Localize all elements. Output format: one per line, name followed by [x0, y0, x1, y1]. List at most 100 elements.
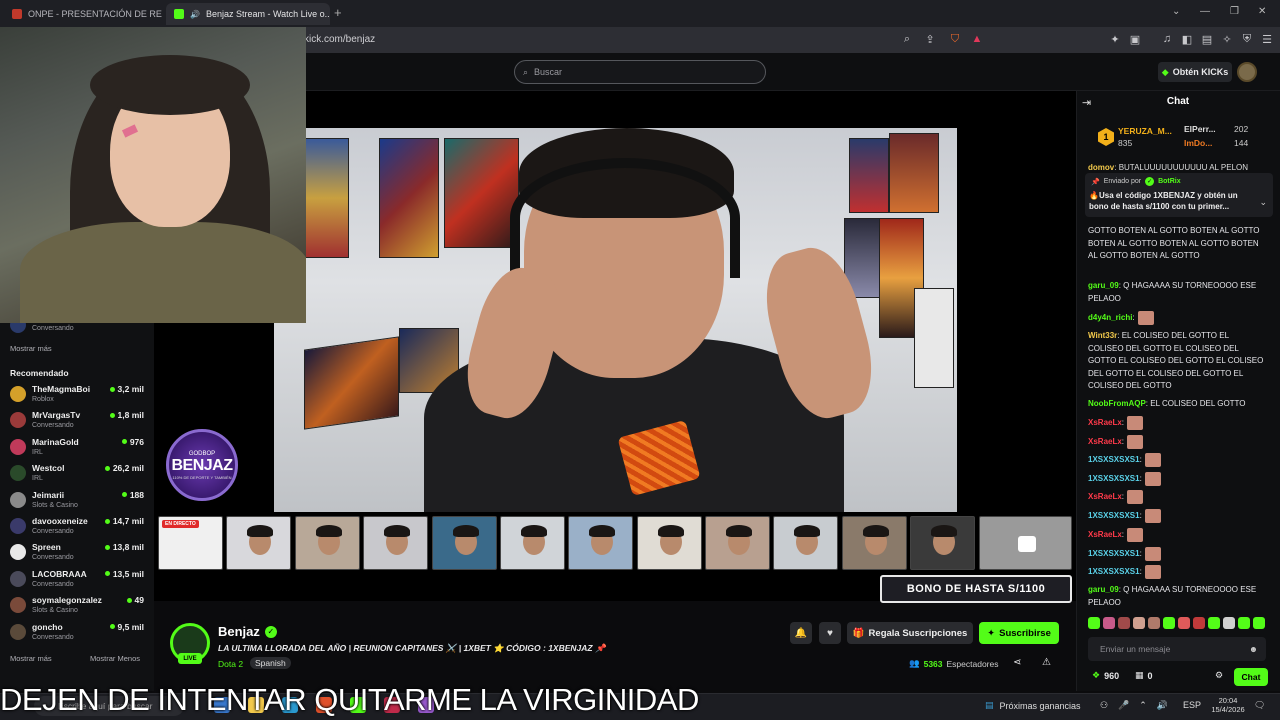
chat-username[interactable]: 1XSXSXSXS1: [1088, 567, 1140, 576]
sidebar-item-0[interactable]: TheMagmaBoi Roblox 3,2 mil: [10, 382, 146, 408]
participant-thumbnail[interactable]: [979, 516, 1072, 570]
sidebar-item-5[interactable]: davooxeneize Conversando 14,7 mil: [10, 514, 146, 540]
channel-points[interactable]: ❖ 960: [1092, 670, 1119, 681]
participant-thumbnail[interactable]: [705, 516, 770, 570]
show-less-recommended[interactable]: Mostrar Menos: [90, 654, 140, 663]
leo-icon[interactable]: ✧: [1220, 33, 1234, 46]
chat-username[interactable]: 1XSXSXSXS1: [1088, 455, 1140, 464]
wallet-2-icon[interactable]: ▤: [1200, 33, 1214, 46]
avatar: [10, 386, 26, 402]
sidebar-toggle-icon[interactable]: ◧: [1180, 33, 1194, 46]
channel-name[interactable]: Benjaz ✓: [218, 624, 277, 639]
video-frame[interactable]: [274, 128, 957, 512]
sidebar-item-2[interactable]: MarinaGold IRL 976: [10, 435, 146, 461]
sidebar-item-7[interactable]: LACOBRAAA Conversando 13,5 mil: [10, 567, 146, 593]
avatar[interactable]: [1237, 62, 1257, 82]
expand-pinned-icon[interactable]: ⌄: [1259, 197, 1267, 208]
emote-icon[interactable]: [1118, 617, 1130, 629]
new-tab-icon[interactable]: +: [334, 5, 342, 20]
chat-username[interactable]: d4y4n_richi: [1088, 313, 1132, 322]
zoom-icon[interactable]: ⌕: [900, 33, 914, 46]
url-field[interactable]: kick.com/benjaz: [304, 34, 375, 45]
show-more-following[interactable]: Mostrar más: [10, 344, 52, 353]
chat-username[interactable]: XsRaeLx: [1088, 492, 1122, 501]
maximize-icon[interactable]: ❐: [1230, 6, 1239, 17]
emote-icon[interactable]: [1148, 617, 1160, 629]
language-tag[interactable]: Spanish: [250, 657, 291, 669]
sidebar-item-9[interactable]: goncho Conversando 9,5 mil: [10, 620, 146, 646]
wallet-icon[interactable]: ▣: [1128, 33, 1142, 46]
participant-thumbnail[interactable]: [295, 516, 360, 570]
gifts-counter[interactable]: ▦ 0: [1135, 670, 1153, 681]
chat-username[interactable]: garu_09: [1088, 585, 1119, 594]
participant-thumbnail[interactable]: [363, 516, 428, 570]
vpn-icon[interactable]: ⛨: [1240, 33, 1254, 46]
emote-icon[interactable]: [1178, 617, 1190, 629]
chat-message: NoobFromAQP: EL COLISEO DEL GOTTO: [1088, 399, 1246, 408]
sidebar-item-1[interactable]: MrVargasTv Conversando 1,8 mil: [10, 408, 146, 434]
sidebar-item-3[interactable]: Westcol IRL 26,2 mil: [10, 461, 146, 487]
chat-username[interactable]: 1XSXSXSXS1: [1088, 511, 1140, 520]
pinned-message[interactable]: 📌 Enviado por ✓ BotRix 🔥Usa el código 1X…: [1085, 173, 1273, 217]
category-link[interactable]: Dota 2: [218, 659, 243, 669]
participant-thumbnail[interactable]: [432, 516, 497, 570]
participant-thumbnail[interactable]: [910, 516, 975, 570]
report-icon[interactable]: ⚠: [1042, 657, 1051, 668]
chat-input[interactable]: Enviar un mensaje ☻: [1088, 637, 1266, 661]
emote-icon[interactable]: [1223, 617, 1235, 629]
sidebar-item-4[interactable]: Jeimarii Slots & Casino 188: [10, 488, 146, 514]
tab-list-icon[interactable]: ⌄: [1172, 6, 1180, 17]
emote-icon[interactable]: [1133, 617, 1145, 629]
rewards-icon[interactable]: ▲: [970, 33, 984, 45]
extensions-icon[interactable]: ✦: [1108, 33, 1122, 46]
chat-username[interactable]: Wint33r: [1088, 331, 1117, 340]
notifications-bell-icon[interactable]: 🔔: [790, 622, 812, 644]
subscribe-button[interactable]: ✦ Suscribirse: [979, 622, 1059, 644]
browser-tab-onpe[interactable]: ONPE - PRESENTACIÓN DE RESULTA...: [4, 3, 162, 25]
emote-icon[interactable]: [1163, 617, 1175, 629]
chat-username[interactable]: 1XSXSXSXS1: [1088, 474, 1140, 483]
chat-username[interactable]: NoobFromAQP: [1088, 399, 1146, 408]
close-window-icon[interactable]: ✕: [1258, 6, 1266, 17]
share-icon[interactable]: ⇪: [923, 33, 937, 46]
chat-username[interactable]: XsRaeLx: [1088, 437, 1122, 446]
menu-icon[interactable]: ☰: [1260, 33, 1274, 46]
participant-thumbnail[interactable]: [637, 516, 702, 570]
sidebar-item-6[interactable]: Spreen Conversando 13,8 mil: [10, 540, 146, 566]
chat-username[interactable]: XsRaeLx: [1088, 418, 1122, 427]
chat-message: d4y4n_richi:: [1088, 311, 1264, 326]
participant-thumbnail[interactable]: [500, 516, 565, 570]
chat-message: Wint33r: EL COLISEO DEL GOTTO EL COLISEO…: [1088, 331, 1264, 390]
participant-thumbnail[interactable]: [226, 516, 291, 570]
chat-username[interactable]: domov: [1088, 163, 1114, 172]
brave-shield-icon[interactable]: ⛉: [948, 33, 962, 46]
sidebar-item-8[interactable]: soymalegonzalez Slots & Casino 49: [10, 593, 146, 619]
participant-thumbnail[interactable]: [842, 516, 907, 570]
participant-thumbnail[interactable]: [773, 516, 838, 570]
emote-icon[interactable]: [1253, 617, 1265, 629]
search-input[interactable]: ⌕ Buscar: [514, 60, 766, 84]
sidebar-item-viewers: 3,2 mil: [109, 384, 144, 394]
chat-username[interactable]: XsRaeLx: [1088, 530, 1122, 539]
browser-tab-kick[interactable]: 🔊 Benjaz Stream - Watch Live o... ✕: [166, 3, 330, 25]
chat-settings-icon[interactable]: ⚙: [1215, 670, 1223, 681]
emote-icon[interactable]: [1238, 617, 1250, 629]
get-kicks-button[interactable]: ◆ Obtén KICKs: [1158, 62, 1232, 82]
show-more-recommended[interactable]: Mostrar más: [10, 654, 52, 663]
emote-icon[interactable]: [1088, 617, 1100, 629]
emote-icon[interactable]: [1193, 617, 1205, 629]
music-icon[interactable]: ♫: [1160, 33, 1174, 45]
follow-heart-icon[interactable]: ♥: [819, 622, 841, 644]
sidebar-item-category: Conversando: [32, 528, 74, 535]
participant-thumbnail[interactable]: [568, 516, 633, 570]
gift-subscriptions-button[interactable]: 🎁 Regala Suscripciones: [847, 622, 973, 644]
sidebar-item-category: Slots & Casino: [32, 607, 78, 615]
share-stream-icon[interactable]: ⋖: [1013, 657, 1021, 668]
chat-username[interactable]: garu_09: [1088, 281, 1119, 290]
emote-icon[interactable]: [1208, 617, 1220, 629]
emote-icon[interactable]: [1103, 617, 1115, 629]
minimize-icon[interactable]: —: [1200, 6, 1210, 17]
emoji-icon[interactable]: ☻: [1249, 644, 1258, 654]
chat-username[interactable]: 1XSXSXSXS1: [1088, 549, 1140, 558]
participant-thumbnail[interactable]: EN DIRECTO: [158, 516, 223, 570]
